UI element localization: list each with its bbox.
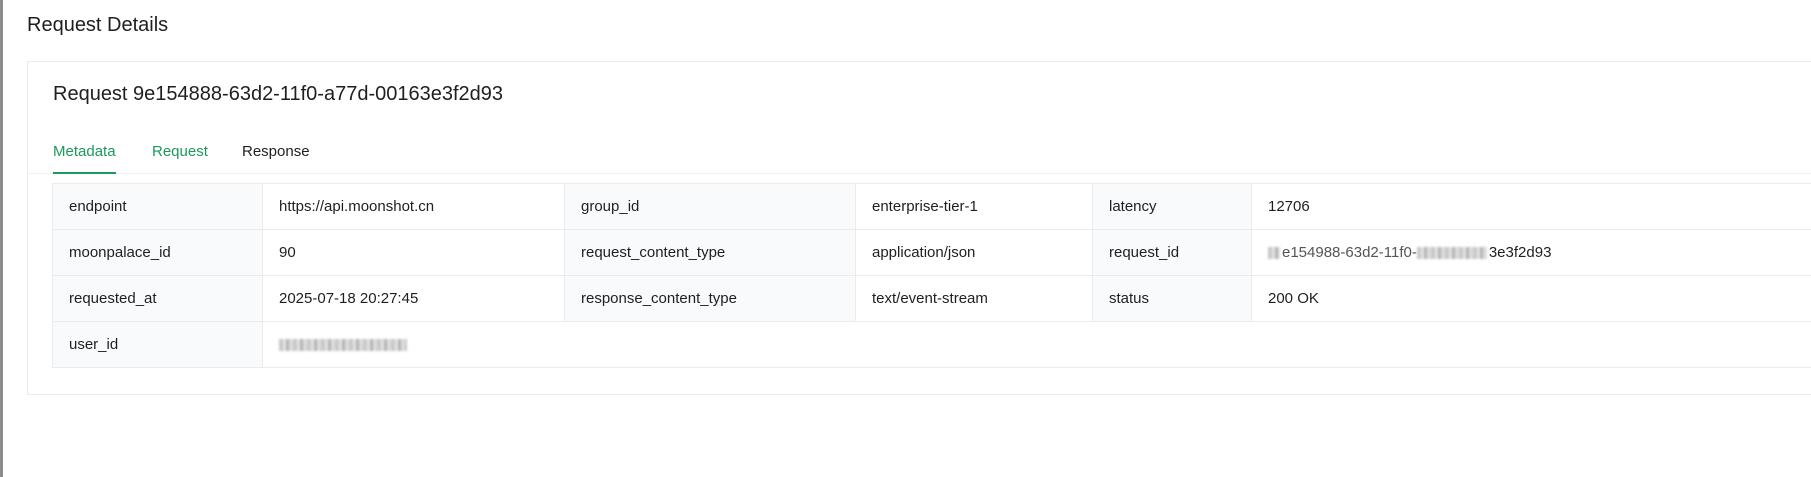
redacted-blur: [1268, 247, 1280, 260]
table-row: moonpalace_id 90 request_content_type ap…: [52, 229, 1811, 276]
request-id-visible-part: e154988-63d2-11f0-: [1282, 244, 1417, 261]
metadata-key-group-id: group_id: [564, 183, 856, 230]
metadata-key-request-content-type: request_content_type: [564, 229, 856, 276]
table-row: requested_at 2025-07-18 20:27:45 respons…: [52, 275, 1811, 322]
metadata-key-latency: latency: [1092, 183, 1252, 230]
metadata-value-status: 200 OK: [1251, 275, 1811, 322]
page-title: Request Details: [27, 14, 169, 36]
metadata-key-requested-at: requested_at: [52, 275, 263, 322]
request-details-card: Request 9e154888-63d2-11f0-a77d-00163e3f…: [27, 61, 1811, 395]
metadata-key-user-id: user_id: [52, 321, 263, 368]
metadata-value-requested-at: 2025-07-18 20:27:45: [262, 275, 565, 322]
metadata-key-request-id: request_id: [1092, 229, 1252, 276]
tab-bar: Metadata Request Response: [28, 140, 1811, 174]
table-row: endpoint https://api.moonshot.cn group_i…: [52, 183, 1811, 230]
metadata-table: endpoint https://api.moonshot.cn group_i…: [52, 183, 1811, 368]
metadata-value-latency: 12706: [1251, 183, 1811, 230]
metadata-value-request-id: e154988-63d2-11f0- 3e3f2d93: [1251, 229, 1811, 276]
metadata-value-group-id: enterprise-tier-1: [855, 183, 1093, 230]
metadata-value-moonpalace-id: 90: [262, 229, 565, 276]
metadata-value-response-content-type: text/event-stream: [855, 275, 1093, 322]
metadata-key-status: status: [1092, 275, 1252, 322]
metadata-value-request-content-type: application/json: [855, 229, 1093, 276]
table-row: user_id: [52, 321, 1811, 368]
window-left-edge: [0, 0, 3, 477]
tab-response[interactable]: Response: [242, 140, 310, 173]
request-title: Request 9e154888-63d2-11f0-a77d-00163e3f…: [53, 83, 504, 105]
redacted-blur: [279, 339, 407, 352]
metadata-key-endpoint: endpoint: [52, 183, 263, 230]
tab-metadata[interactable]: Metadata: [53, 140, 116, 174]
metadata-value-user-id: [262, 321, 1811, 368]
metadata-value-endpoint: https://api.moonshot.cn: [262, 183, 565, 230]
request-id-suffix: 3e3f2d93: [1488, 244, 1552, 261]
metadata-key-response-content-type: response_content_type: [564, 275, 856, 322]
redacted-blur: [1416, 247, 1487, 260]
metadata-key-moonpalace-id: moonpalace_id: [52, 229, 263, 276]
tab-request[interactable]: Request: [152, 140, 208, 173]
